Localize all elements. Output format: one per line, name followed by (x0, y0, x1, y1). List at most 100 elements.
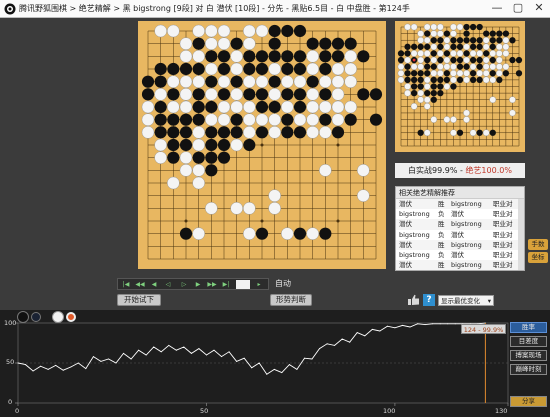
forward-ten-button[interactable]: ▶▶ (206, 280, 218, 289)
white-stone (243, 113, 256, 126)
recommendation-row[interactable]: bigstrong 负潜伏 职业对 (396, 230, 524, 240)
black-stone (450, 37, 457, 44)
black-stone (469, 37, 477, 44)
black-stone (450, 56, 457, 64)
white-stone (430, 23, 438, 31)
white-stone (495, 50, 503, 57)
recommendation-player: 潜伏 (399, 261, 412, 270)
data-point (379, 330, 381, 332)
maximize-button[interactable]: ▢ (508, 0, 528, 17)
judge-position-button[interactable]: 形势判断 (270, 294, 312, 306)
share-button[interactable]: 分享 (510, 396, 547, 407)
white-stone (268, 189, 281, 202)
help-icon[interactable]: ? (423, 294, 435, 306)
black-stone (281, 88, 294, 101)
thumbs-up-icon[interactable] (407, 294, 420, 306)
black-stone (293, 227, 307, 240)
win-rate-bar: 白实战99.9% - 绝艺100.0% (395, 163, 525, 178)
board-svg[interactable]: 124 (138, 21, 386, 269)
peak-moments-tab[interactable]: 巅峰时刻 (510, 364, 547, 375)
black-stone (404, 70, 411, 77)
white-stone (482, 76, 490, 84)
white-stone (443, 116, 451, 123)
forward-five-button[interactable]: ▶ (192, 280, 204, 289)
next-move-button[interactable]: ▷ (178, 280, 190, 289)
back-five-button[interactable]: ◀ (148, 280, 160, 289)
coordinates-button[interactable]: 坐标 (528, 252, 548, 263)
recommendation-opponent: 潜伏 (451, 230, 464, 239)
white-stone (205, 202, 218, 215)
move-number-input[interactable] (236, 280, 250, 289)
black-stone (230, 37, 243, 50)
last-move-button[interactable]: ▶| (220, 280, 232, 289)
auto-play-toggle[interactable]: 自动 (275, 278, 291, 289)
black-stone (476, 76, 483, 84)
black-stone (154, 113, 167, 126)
data-point (168, 344, 170, 346)
prev-move-button[interactable]: ◁ (162, 280, 174, 289)
black-stone (437, 56, 444, 64)
black-stone (293, 50, 307, 63)
white-stone (476, 69, 484, 77)
white-stone (410, 50, 418, 57)
white-stone (410, 63, 418, 71)
recommendation-row[interactable]: 潜伏 胜 bigstrong 职业对 (396, 199, 524, 210)
black-stone (344, 37, 357, 50)
right-panel: 白实战99.9% - 绝艺100.0% 相关绝艺精解推荐 潜伏胜 bigstron… (395, 18, 550, 274)
white-stone (243, 126, 256, 139)
first-move-button[interactable]: |◀ (120, 280, 132, 289)
black-stone (141, 88, 155, 101)
white-stone (443, 83, 451, 90)
hand-count-button[interactable]: 手数 (528, 239, 548, 250)
data-point (311, 358, 313, 360)
white-stone (167, 176, 180, 190)
white-stone (417, 30, 425, 37)
win-rate-tab[interactable]: 胜率 (510, 322, 547, 333)
recommendation-type: 职业对 (493, 220, 513, 229)
close-button[interactable]: ✕ (529, 0, 549, 17)
win-rate-graph-area: 100 50 0 0 50 100 130 124 - 99.9% 胜率 目差度… (0, 310, 550, 417)
scene-tab[interactable]: 搏案现场 (510, 350, 547, 361)
data-point (349, 341, 351, 343)
white-stone (230, 88, 243, 101)
black-stone (430, 76, 437, 84)
recommendation-row[interactable]: bigstrong 负潜伏 职业对 (396, 250, 524, 260)
data-point (243, 357, 245, 359)
recommendation-row[interactable]: 潜伏 胜 bigstrong 职业对 (396, 260, 524, 270)
white-stone (268, 88, 281, 101)
black-stone (192, 100, 205, 114)
black-stone (404, 76, 411, 84)
try-play-button[interactable]: 开始试下 (117, 294, 161, 306)
variation-dropdown[interactable]: 显示最优变化 ▾ (438, 295, 494, 306)
recommendation-row[interactable]: 潜伏 胜 bigstrong 职业对 (396, 219, 524, 230)
go-board[interactable]: 124 (138, 21, 386, 272)
recommendation-scrollbar[interactable] (518, 199, 524, 270)
black-stone (217, 126, 231, 139)
black-stone (404, 43, 411, 50)
window-title: 腾讯野狐围棋 > 绝艺精解 > 黑 bigstrong [9段] 对 白 潜伏 … (19, 4, 410, 13)
black-stone (469, 43, 477, 50)
minimize-button[interactable]: — (487, 0, 507, 17)
white-stone (463, 56, 470, 64)
white-stone (167, 100, 180, 114)
back-ten-button[interactable]: ◀◀ (134, 280, 146, 289)
black-stone (463, 30, 470, 37)
recommendation-opponent: bigstrong (451, 240, 482, 249)
data-point (303, 357, 305, 359)
black-stone (306, 37, 319, 50)
star-point (260, 219, 264, 223)
black-stone (179, 126, 193, 139)
mini-board (395, 21, 525, 152)
white-stone (495, 63, 503, 71)
go-button[interactable]: ▸ (253, 280, 265, 289)
recommendation-row[interactable]: bigstrong 负潜伏 职业对 (396, 209, 524, 219)
score-diff-tab[interactable]: 目差度 (510, 336, 547, 347)
chevron-down-icon: ▾ (487, 297, 491, 305)
white-stone (502, 43, 510, 51)
black-stone (476, 23, 483, 31)
recommendation-row[interactable]: 潜伏 胜 bigstrong 职业对 (396, 239, 524, 250)
black-stone (154, 75, 167, 88)
black-stone (331, 37, 345, 50)
white-stone (293, 113, 307, 126)
data-point (371, 328, 373, 330)
